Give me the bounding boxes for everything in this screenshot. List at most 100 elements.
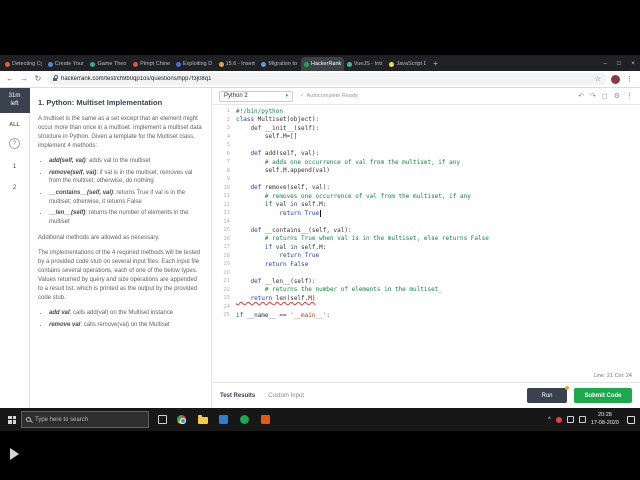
- taskbar-app-app-orange[interactable]: [260, 414, 271, 425]
- browser-tab[interactable]: VueJS - Intr: [344, 57, 387, 71]
- code-line[interactable]: 15 def __contains__(self, val):: [212, 226, 640, 235]
- browser-tab[interactable]: HackerRank: [301, 57, 344, 71]
- code-line[interactable]: 25 if __name__ == '__main__':: [212, 311, 640, 320]
- all-questions-button[interactable]: ALL: [9, 122, 20, 128]
- taskbar-app-file-explorer[interactable]: [197, 414, 208, 425]
- fullscreen-icon[interactable]: ◻: [602, 93, 608, 100]
- code-line[interactable]: 7 # adds one occurrence of val from the …: [212, 158, 640, 167]
- code-line[interactable]: 21 def __len__(self):: [212, 277, 640, 286]
- submit-code-button[interactable]: Submit Code: [574, 388, 632, 403]
- bullet-code: add val: [49, 309, 70, 316]
- line-number: 7: [226, 159, 230, 166]
- more-options-icon[interactable]: ⋮: [626, 93, 633, 100]
- code-line[interactable]: 19 return False: [212, 260, 640, 269]
- tray-icon[interactable]: [566, 416, 574, 423]
- tray-icon[interactable]: [578, 416, 586, 423]
- code-line[interactable]: 24: [212, 303, 640, 312]
- undo-icon[interactable]: ↶: [578, 93, 584, 100]
- bullet-text: : adds val to the multiset: [85, 158, 151, 164]
- url-text: hackerrank.com/test/ch9b0qp1os/questions…: [61, 76, 212, 82]
- code-line[interactable]: 1 #!/bin/python: [212, 107, 640, 116]
- line-number: 17: [223, 244, 230, 251]
- footer-tab-custom-input[interactable]: Custom Input: [268, 393, 304, 399]
- code-line[interactable]: 20: [212, 269, 640, 278]
- code-line[interactable]: 4 self.M=[]: [212, 133, 640, 142]
- code-line[interactable]: 10 def remove(self, val):: [212, 184, 640, 193]
- browser-tab[interactable]: 15.6 - Insert: [216, 57, 259, 71]
- taskbar-app-chrome[interactable]: [176, 414, 187, 425]
- code-area[interactable]: 1 #!/bin/python 2 class Multiset(object): 3 …: [212, 105, 640, 382]
- browser-tab[interactable]: Create Your: [45, 57, 88, 71]
- browser-tab[interactable]: Exploiting D: [173, 57, 216, 71]
- browser-window: Detecting Cy Create Your Game Theo Pimpt Ch…: [0, 55, 640, 408]
- question-number-1[interactable]: 1: [13, 163, 17, 170]
- tab-favicon-icon: [90, 61, 96, 67]
- bullet-code: remove(self, val): [49, 169, 97, 176]
- code-line[interactable]: 16 # returns True when val is in the mul…: [212, 235, 640, 244]
- code-line[interactable]: 9: [212, 175, 640, 184]
- code-line[interactable]: 5: [212, 141, 640, 150]
- tab-strip: Detecting Cy Create Your Game Theo Pimpt Ch…: [0, 55, 640, 71]
- bullet-text: : calls add(val) on the Multiset instanc…: [69, 309, 174, 316]
- code-line[interactable]: 2 class Multiset(object):: [212, 116, 640, 125]
- taskbar-app-app-green[interactable]: [239, 414, 250, 425]
- browser-tab[interactable]: JavaScript D: [386, 57, 429, 71]
- footer-tab-test-results[interactable]: Test Results: [220, 393, 255, 399]
- browser-tab[interactable]: Pimpt Chine: [130, 57, 173, 71]
- code-line[interactable]: 23 return len(self.M): [212, 294, 640, 303]
- minimize-button[interactable]: –: [598, 55, 612, 71]
- search-placeholder: Type here to search: [35, 416, 89, 423]
- line-number: 18: [223, 252, 230, 259]
- code-line[interactable]: 14: [212, 218, 640, 227]
- browser-tab[interactable]: Detecting Cy: [2, 57, 45, 71]
- tray-chevron-icon[interactable]: ^: [548, 417, 551, 423]
- tab-title: JavaScript D: [396, 61, 427, 67]
- question-number-2[interactable]: 2: [13, 184, 17, 191]
- browser-menu-icon[interactable]: ⋮: [624, 75, 635, 83]
- browser-tab[interactable]: Migration to: [258, 57, 301, 71]
- code-line[interactable]: 18 return True: [212, 252, 640, 261]
- tab-title: Pimpt Chine: [140, 61, 170, 67]
- task-view-icon[interactable]: [158, 415, 167, 424]
- clock-time: 20:28: [598, 412, 612, 419]
- new-tab-button[interactable]: +: [429, 59, 442, 68]
- recorder-tray-icon[interactable]: [555, 416, 562, 423]
- help-icon[interactable]: ?: [9, 138, 20, 149]
- taskbar-clock[interactable]: 20:28 17-08-2020: [591, 412, 619, 426]
- line-number: 20: [223, 269, 230, 276]
- question-title: 1. Python: Multiset Implementation: [38, 98, 163, 107]
- windows-taskbar: Type here to search ^ 20:28 17-08-2020: [0, 408, 640, 431]
- taskbar-app-app-blue[interactable]: [218, 414, 229, 425]
- code-line[interactable]: 22 # returns the number of elements in t…: [212, 286, 640, 295]
- play-icon[interactable]: [10, 448, 19, 460]
- code-line[interactable]: 6 def add(self, val):: [212, 150, 640, 159]
- address-bar[interactable]: hackerrank.com/test/ch9b0qp1os/questions…: [47, 73, 607, 85]
- close-button[interactable]: ×: [626, 55, 640, 71]
- line-number: 2: [226, 116, 230, 123]
- code-line[interactable]: 17 if val in self.M:: [212, 243, 640, 252]
- code-text: if __name__ == '__main__':: [236, 311, 330, 319]
- line-number: 1: [226, 108, 230, 115]
- profile-avatar[interactable]: [611, 74, 620, 84]
- code-line[interactable]: 12 if val in self.M:: [212, 201, 640, 210]
- settings-icon[interactable]: ⚙: [614, 93, 620, 100]
- code-line[interactable]: 3 def __init__(self):: [212, 124, 640, 133]
- code-text: class Multiset(object):: [236, 116, 320, 124]
- reload-icon[interactable]: ↻: [33, 75, 43, 83]
- code-line[interactable]: 11 # removes one occurrence of val from …: [212, 192, 640, 201]
- forward-icon[interactable]: →: [19, 75, 29, 83]
- code-line[interactable]: 8 self.M.append(val): [212, 167, 640, 176]
- start-button[interactable]: [3, 408, 21, 431]
- redo-icon[interactable]: ↷: [590, 93, 596, 100]
- app-orange-icon: [261, 415, 270, 424]
- code-line[interactable]: 13 return True: [212, 209, 640, 218]
- bookmark-star-icon[interactable]: ☆: [595, 75, 601, 83]
- line-number: 15: [223, 227, 230, 234]
- action-center-icon[interactable]: [627, 415, 635, 424]
- browser-tab[interactable]: Game Theo: [87, 57, 130, 71]
- taskbar-search[interactable]: Type here to search: [21, 411, 149, 428]
- maximize-button[interactable]: □: [612, 55, 626, 71]
- back-icon[interactable]: ←: [5, 75, 15, 83]
- language-select[interactable]: Python 2 ▾: [219, 90, 293, 102]
- run-button[interactable]: Run: [527, 386, 569, 403]
